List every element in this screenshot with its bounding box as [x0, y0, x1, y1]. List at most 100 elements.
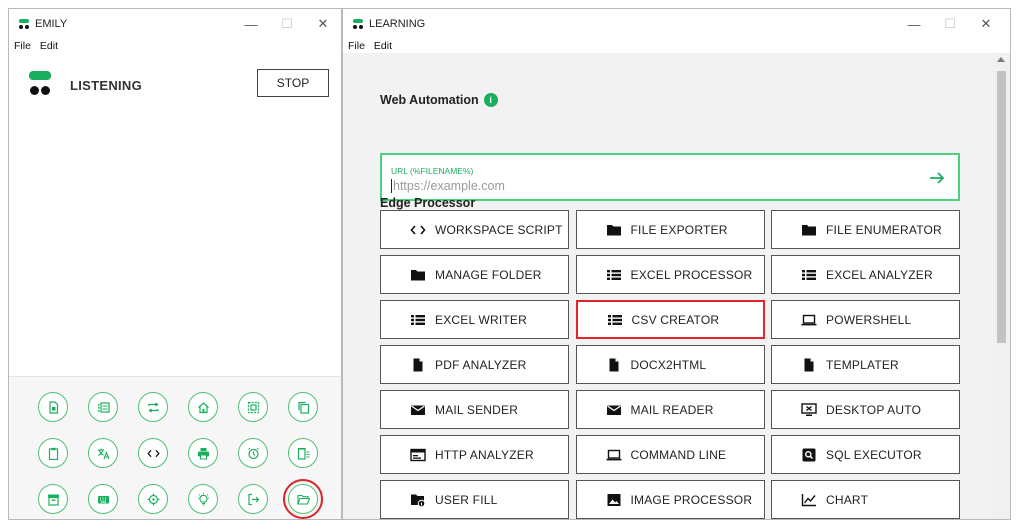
list-form-icon [97, 401, 110, 414]
button-label: WORKSPACE SCRIPT [435, 222, 563, 237]
button-label: SQL EXECUTOR [826, 447, 922, 462]
close-icon[interactable]: ✕ [968, 16, 1004, 32]
button-label: HTTP ANALYZER [435, 447, 534, 462]
arrow-right-icon[interactable] [928, 169, 946, 187]
file-icon [606, 358, 622, 372]
tool-button-document[interactable] [38, 392, 68, 422]
tool-button-copy[interactable] [288, 392, 318, 422]
button-label: EXCEL PROCESSOR [630, 267, 753, 282]
button-label: IMAGE PROCESSOR [630, 492, 753, 507]
web-automation-heading: Web Automation i [380, 93, 498, 107]
sql-executor-button[interactable]: SQL EXECUTOR [771, 435, 960, 474]
tool-button-alarm[interactable] [238, 438, 268, 468]
tool-button-keyboard[interactable] [88, 484, 118, 514]
vertical-scrollbar[interactable] [993, 53, 1010, 519]
excel-analyzer-button[interactable]: EXCEL ANALYZER [771, 255, 960, 294]
mail-icon [410, 403, 426, 417]
code-icon [410, 223, 426, 237]
excel-writer-button[interactable]: EXCEL WRITER [380, 300, 569, 339]
printer-icon [197, 447, 210, 460]
repeat-icon [147, 401, 160, 414]
url-input[interactable] [391, 179, 913, 193]
laptop-icon [606, 448, 622, 462]
learning-window: LEARNING — ☐ ✕ File Edit Web Automation i… [342, 8, 1011, 520]
tool-button-delete-list[interactable] [288, 438, 318, 468]
clipboard-icon [47, 447, 60, 460]
emily-titlebar[interactable]: EMILY — ☐ ✕ [9, 9, 341, 39]
tool-button-frame[interactable] [238, 392, 268, 422]
tool-button-clipboard[interactable] [38, 438, 68, 468]
chart-icon [801, 493, 817, 507]
file-exporter-button[interactable]: FILE EXPORTER [575, 210, 765, 249]
button-label: CSV CREATOR [631, 312, 720, 327]
minimize-icon[interactable]: — [233, 17, 269, 32]
learning-titlebar[interactable]: LEARNING — ☐ ✕ [343, 9, 1010, 39]
list-icon [606, 268, 622, 282]
tool-button-crosshair[interactable] [138, 484, 168, 514]
chart-button[interactable]: CHART [771, 480, 960, 519]
url-field-label: URL (%FILENAME%) [391, 166, 474, 176]
menu-file[interactable]: File [348, 40, 365, 52]
info-icon[interactable]: i [483, 93, 498, 107]
tool-button-lightbulb[interactable] [188, 484, 218, 514]
menu-edit[interactable]: Edit [40, 40, 58, 52]
http-analyzer-button[interactable]: HTTP ANALYZER [380, 435, 569, 474]
button-label: MAIL SENDER [435, 402, 519, 417]
edge-processor-heading: Edge Processor [380, 196, 476, 210]
tool-button-home[interactable] [188, 392, 218, 422]
maximize-icon: ☐ [281, 16, 293, 31]
user-fill-button[interactable]: USER FILL [380, 480, 569, 519]
maximize-icon[interactable]: ☐ [932, 16, 968, 32]
lightbulb-icon [197, 492, 210, 506]
learning-menubar: File Edit [343, 39, 1010, 53]
button-label: PDF ANALYZER [435, 357, 527, 372]
scroll-thumb[interactable] [997, 71, 1006, 343]
templater-button[interactable]: TEMPLATER [771, 345, 960, 384]
close-icon[interactable]: ✕ [305, 16, 341, 32]
tool-button-list-form[interactable] [88, 392, 118, 422]
folder-info-icon [410, 493, 426, 507]
tool-button-exit[interactable] [238, 484, 268, 514]
file-icon [801, 358, 817, 372]
list-icon [410, 313, 426, 327]
emily-window-title: EMILY [35, 18, 68, 30]
pdf-analyzer-button[interactable]: PDF ANALYZER [380, 345, 569, 384]
copy-icon [297, 401, 310, 414]
menu-edit[interactable]: Edit [374, 40, 392, 52]
mail-sender-button[interactable]: MAIL SENDER [380, 390, 569, 429]
excel-processor-button[interactable]: EXCEL PROCESSOR [575, 255, 765, 294]
list-icon [801, 268, 817, 282]
listening-bar: LISTENING STOP [9, 67, 341, 107]
manage-folder-button[interactable]: MANAGE FOLDER [380, 255, 569, 294]
url-field[interactable]: URL (%FILENAME%) [380, 153, 960, 201]
tool-button-printer[interactable] [188, 438, 218, 468]
tool-button-translate[interactable] [88, 438, 118, 468]
scroll-up-icon[interactable] [997, 57, 1005, 62]
archive-icon [47, 493, 60, 506]
docx2html-button[interactable]: DOCX2HTML [575, 345, 765, 384]
desktop-x-icon [801, 402, 817, 417]
desktop-auto-button[interactable]: DESKTOP AUTO [771, 390, 960, 429]
command-line-button[interactable]: COMMAND LINE [575, 435, 765, 474]
tool-button-repeat[interactable] [138, 392, 168, 422]
workspace-script-button[interactable]: WORKSPACE SCRIPT [380, 210, 569, 249]
tool-button-code[interactable] [138, 438, 168, 468]
powershell-button[interactable]: POWERSHELL [771, 300, 960, 339]
search-box-icon [801, 448, 817, 462]
mail-reader-button[interactable]: MAIL READER [575, 390, 765, 429]
file-enumerator-button[interactable]: FILE ENUMERATOR [771, 210, 960, 249]
crosshair-icon [147, 493, 160, 506]
tool-button-archive[interactable] [38, 484, 68, 514]
button-label: FILE ENUMERATOR [826, 222, 942, 237]
menu-file[interactable]: File [14, 40, 31, 52]
minimize-icon[interactable]: — [896, 17, 932, 32]
button-label: FILE EXPORTER [630, 222, 728, 237]
button-label: MANAGE FOLDER [435, 267, 542, 282]
csv-creator-button[interactable]: CSV CREATOR [575, 300, 765, 339]
button-label: COMMAND LINE [630, 447, 727, 462]
tool-tray [9, 376, 341, 519]
image-processor-button[interactable]: IMAGE PROCESSOR [575, 480, 765, 519]
learning-app-icon [353, 18, 363, 30]
button-label: USER FILL [435, 492, 498, 507]
stop-button[interactable]: STOP [257, 69, 329, 97]
